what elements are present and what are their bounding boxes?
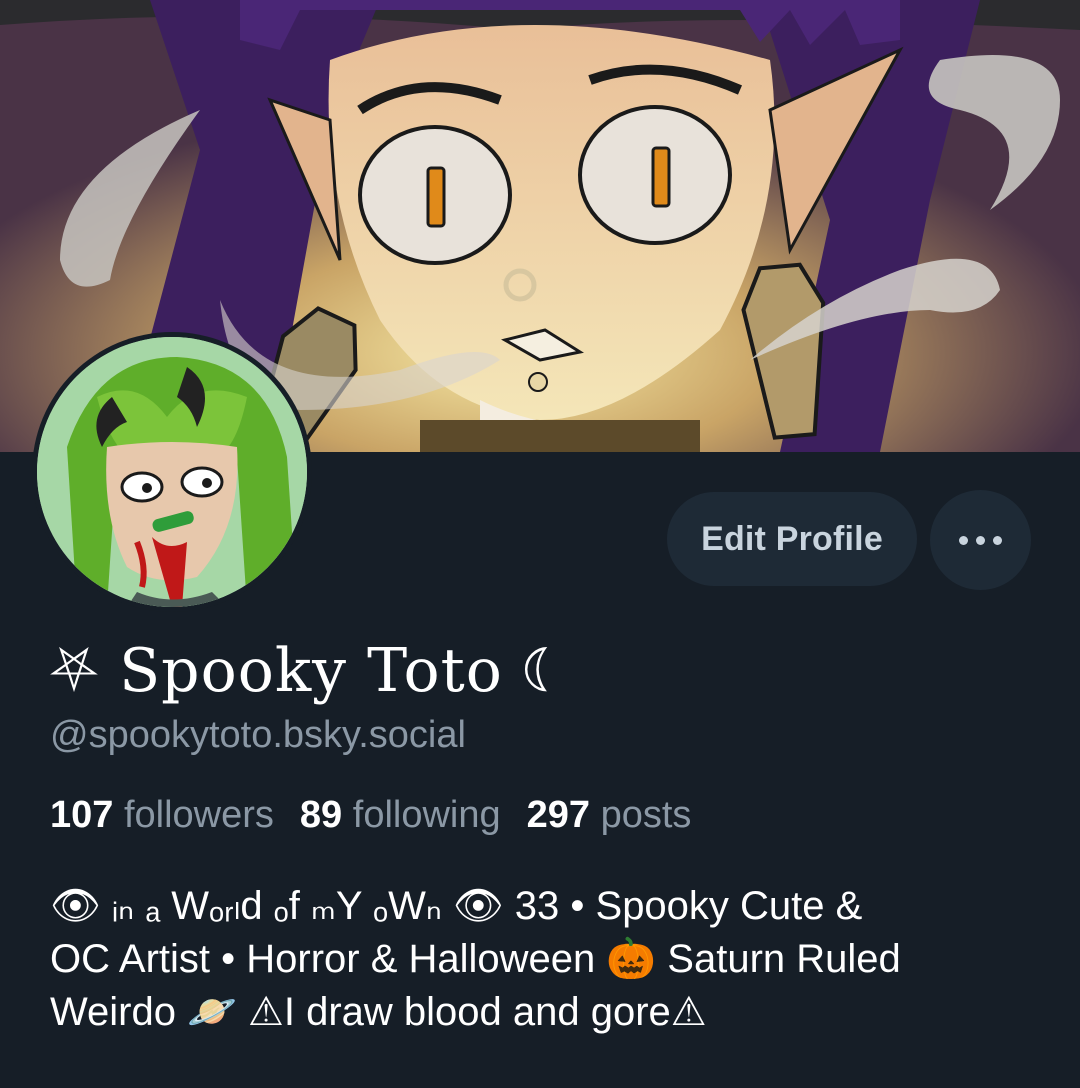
following-count: 89 [299, 794, 343, 836]
bio-line: 👁 ᵢₙ ₐ Wₒᵣₗd ₒf ₘY ₒWₙ 👁 33 • Spooky Cut… [50, 884, 863, 928]
profile-stats: 107 followers 89 following 297 posts [50, 794, 691, 837]
followers-count: 107 [50, 794, 114, 836]
profile-handle: @spookytoto.bsky.social [50, 714, 466, 756]
posts-label: posts [600, 794, 692, 836]
avatar-image [37, 337, 307, 607]
bio-line: Weirdo 🪐 ⚠I draw blood and gore⚠ [50, 990, 707, 1034]
posts-count: 297 [526, 794, 591, 836]
edit-profile-button[interactable]: Edit Profile [667, 492, 917, 586]
more-horizontal-icon [959, 535, 968, 545]
followers-label: followers [123, 794, 274, 836]
more-options-button[interactable] [930, 490, 1031, 590]
avatar[interactable] [32, 332, 312, 612]
more-horizontal-icon-dot [976, 535, 985, 545]
profile-bio: 👁 ᵢₙ ₐ Wₒᵣₗd ₒf ₘY ₒWₙ 👁 33 • Spooky Cut… [50, 880, 1040, 1039]
display-name: ⛧ Spooky Toto ☾ [50, 636, 566, 706]
bio-line: OC Artist • Horror & Halloween 🎃 Saturn … [50, 937, 901, 981]
followers-stat[interactable]: 107 followers [50, 794, 274, 837]
more-horizontal-icon-dot [993, 535, 1002, 545]
posts-stat: 297 posts [527, 794, 692, 837]
following-stat[interactable]: 89 following [300, 794, 501, 837]
following-label: following [352, 794, 501, 836]
